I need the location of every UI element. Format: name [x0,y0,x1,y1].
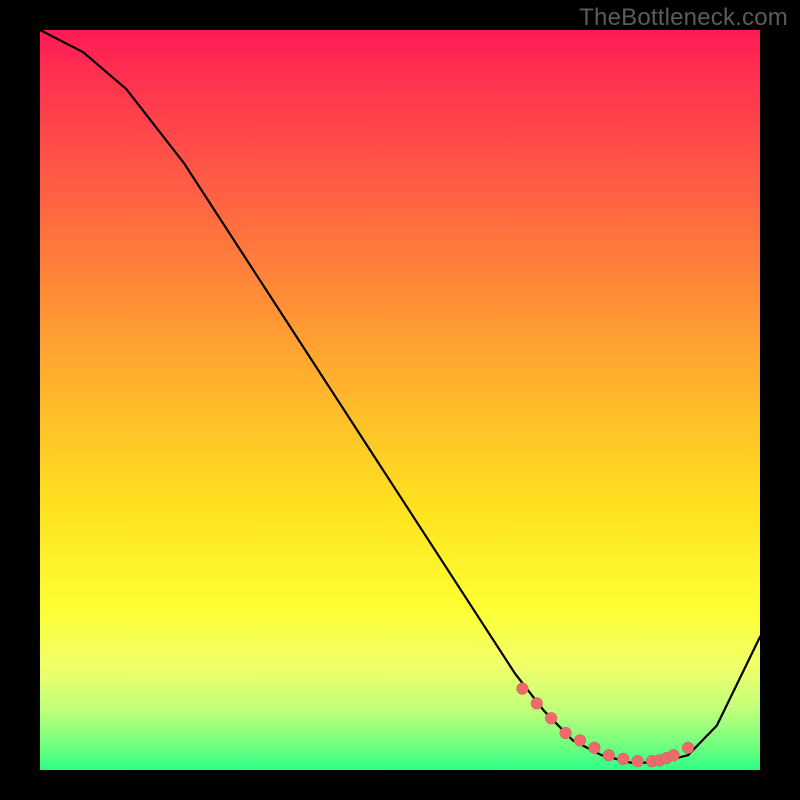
optimum-dot [588,742,600,754]
optimum-dot [545,712,557,724]
optimum-dot [574,734,586,746]
optimum-dot [531,697,543,709]
optimum-dots-group [516,683,694,768]
optimum-dot [516,683,528,695]
optimum-dot [632,755,644,767]
optimum-dot [682,742,694,754]
optimum-dot [668,749,680,761]
watermark-text: TheBottleneck.com [579,4,788,32]
optimum-dot [617,753,629,765]
optimum-dot [560,727,572,739]
bottleneck-curve-line [40,30,760,763]
chart-frame: TheBottleneck.com [0,0,800,800]
optimum-dot [603,749,615,761]
bottleneck-curve-svg [40,30,760,770]
